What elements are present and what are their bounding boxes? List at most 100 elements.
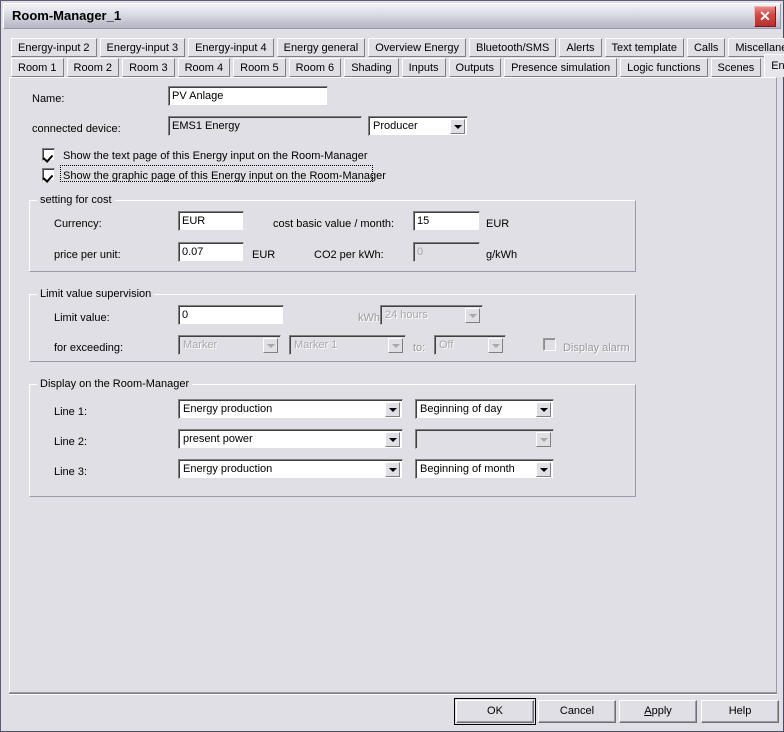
checkbox-show-graphic-page[interactable] xyxy=(42,168,55,181)
currency-input[interactable]: EUR xyxy=(178,211,244,231)
cost-basic-unit: EUR xyxy=(486,218,510,230)
group-display-title: Display on the Room-Manager xyxy=(37,378,193,390)
tab-room-1[interactable]: Room 1 xyxy=(11,58,64,77)
limit-value-input[interactable]: 0 xyxy=(178,305,284,325)
chevron-down-icon[interactable] xyxy=(536,402,551,417)
tab-label: Energy-input 4 xyxy=(195,42,267,54)
tab-room-3[interactable]: Room 3 xyxy=(122,58,175,77)
tab-alerts[interactable]: Alerts xyxy=(559,38,602,57)
group-limit-title: Limit value supervision xyxy=(37,288,155,300)
tab-calls[interactable]: Calls xyxy=(686,38,726,57)
tab-room-4[interactable]: Room 4 xyxy=(177,58,231,77)
cancel-button[interactable]: Cancel xyxy=(538,700,616,723)
tab-logic-functions[interactable]: Logic functions xyxy=(620,58,708,77)
tab-row-primary: Energy-input 2 Energy-input 3 Energy-input… xyxy=(11,38,784,58)
line1-source-dropdown[interactable]: Energy production xyxy=(178,399,403,419)
to-label: to: xyxy=(413,342,426,354)
tab-label: Miscellaneous xyxy=(735,42,784,54)
tab-energy-input-2[interactable]: Energy-input 2 xyxy=(11,38,97,57)
tab-label: Logic functions xyxy=(627,62,701,74)
tab-label: Energy-input 3 xyxy=(106,42,179,54)
name-input[interactable]: PV Anlage xyxy=(168,86,328,106)
tab-overview-energy[interactable]: Overview Energy xyxy=(368,38,467,57)
line3-label: Line 3: xyxy=(54,466,88,478)
tab-label: Overview Energy xyxy=(375,42,460,54)
tab-label: Room 3 xyxy=(129,62,168,74)
dialog-window: Room-Manager_1 ✕ Energy-input 2 Energy-in… xyxy=(0,0,784,732)
tab-text-template[interactable]: Text template xyxy=(604,38,684,57)
tab-room-6[interactable]: Room 6 xyxy=(288,58,342,77)
tab-label: Shading xyxy=(351,62,392,74)
apply-button[interactable]: Apply xyxy=(619,700,697,723)
cost-basic-input[interactable]: 15 xyxy=(413,211,480,231)
tab-label: Inputs xyxy=(408,62,439,74)
price-per-unit-unit: EUR xyxy=(252,249,276,261)
line1-label: Line 1: xyxy=(54,406,88,418)
tab-outputs[interactable]: Outputs xyxy=(448,58,502,77)
close-button[interactable]: ✕ xyxy=(754,6,776,27)
line3-period-dropdown[interactable]: Beginning of month xyxy=(415,459,554,479)
tab-label: Text template xyxy=(611,42,677,54)
close-icon: ✕ xyxy=(759,8,771,24)
chevron-down-icon xyxy=(465,308,480,323)
tab-room-2[interactable]: Room 2 xyxy=(66,58,120,77)
checkbox-show-text-page-label: Show the text page of this Energy input … xyxy=(63,150,368,162)
connected-device-label: connected device: xyxy=(32,123,121,135)
co2-input: 0 xyxy=(413,242,480,262)
tab-presence-simulation[interactable]: Presence simulation xyxy=(504,58,618,77)
chevron-down-icon[interactable] xyxy=(385,432,400,447)
apply-accel: A xyxy=(644,705,652,717)
exceeding-target-type-value: Marker xyxy=(183,339,218,351)
tab-bluetooth-sms[interactable]: Bluetooth/SMS xyxy=(469,38,557,57)
for-exceeding-label: for exceeding: xyxy=(54,342,124,354)
line1-period-dropdown[interactable]: Beginning of day xyxy=(415,399,554,419)
group-setting-for-cost-title: setting for cost xyxy=(37,194,115,206)
tab-energy-input-3[interactable]: Energy-input 3 xyxy=(99,38,186,57)
line2-source-dropdown[interactable]: present power xyxy=(178,429,403,449)
chevron-down-icon xyxy=(388,338,403,353)
checkbox-show-text-page[interactable] xyxy=(42,148,55,161)
window-title: Room-Manager_1 xyxy=(12,8,122,23)
tab-label: Energy-input 2 xyxy=(18,42,90,54)
tab-energy-input-4[interactable]: Energy-input 4 xyxy=(188,38,274,57)
tab-scenes[interactable]: Scenes xyxy=(710,58,762,77)
tab-label: Alerts xyxy=(566,42,595,54)
cost-basic-label: cost basic value / month: xyxy=(273,218,395,230)
exceeding-target-dropdown: Marker 1 xyxy=(289,335,406,355)
line3-period-value: Beginning of month xyxy=(420,463,515,475)
tab-label: Energy general xyxy=(283,42,359,54)
chevron-down-icon[interactable] xyxy=(536,462,551,477)
tab-energy-input-1[interactable]: Energy-input 1 xyxy=(764,54,784,77)
group-limit-value-supervision: Limit value supervision Limit value: 0 k… xyxy=(29,288,636,362)
tab-label: Room 6 xyxy=(295,62,335,74)
footer-separator xyxy=(9,693,777,695)
limit-period-value: 24 hours xyxy=(385,309,428,321)
tab-content-panel: Name: PV Anlage connected device: EMS1 E… xyxy=(9,77,777,693)
help-button[interactable]: Help xyxy=(701,700,779,723)
line3-source-dropdown[interactable]: Energy production xyxy=(178,459,403,479)
line1-source-value: Energy production xyxy=(183,403,273,415)
checkbox-display-alarm xyxy=(543,338,556,351)
chevron-down-icon[interactable] xyxy=(450,119,465,134)
tab-label: Room 2 xyxy=(73,62,113,74)
chevron-down-icon[interactable] xyxy=(385,402,400,417)
device-type-dropdown[interactable]: Producer xyxy=(368,116,468,136)
price-per-unit-input[interactable]: 0.07 xyxy=(178,242,244,262)
exceeding-state-dropdown: Off xyxy=(434,335,506,355)
chevron-down-icon xyxy=(263,338,278,353)
connected-device-value: EMS1 Energy xyxy=(168,116,362,136)
tab-label: Scenes xyxy=(717,62,755,74)
tab-shading[interactable]: Shading xyxy=(344,58,399,77)
chevron-down-icon xyxy=(536,432,551,447)
currency-label: Currency: xyxy=(54,218,102,230)
group-display-room-manager: Display on the Room-Manager Line 1: Ener… xyxy=(29,378,636,497)
tab-energy-general[interactable]: Energy general xyxy=(276,38,366,57)
tab-room-5[interactable]: Room 5 xyxy=(233,58,286,77)
exceeding-target-value: Marker 1 xyxy=(294,339,338,351)
tab-label: Presence simulation xyxy=(511,62,611,74)
tab-label: Room 1 xyxy=(18,62,57,74)
tab-inputs[interactable]: Inputs xyxy=(401,58,446,77)
chevron-down-icon[interactable] xyxy=(385,462,400,477)
ok-button[interactable]: OK xyxy=(454,698,536,725)
limit-value-label: Limit value: xyxy=(54,312,110,324)
